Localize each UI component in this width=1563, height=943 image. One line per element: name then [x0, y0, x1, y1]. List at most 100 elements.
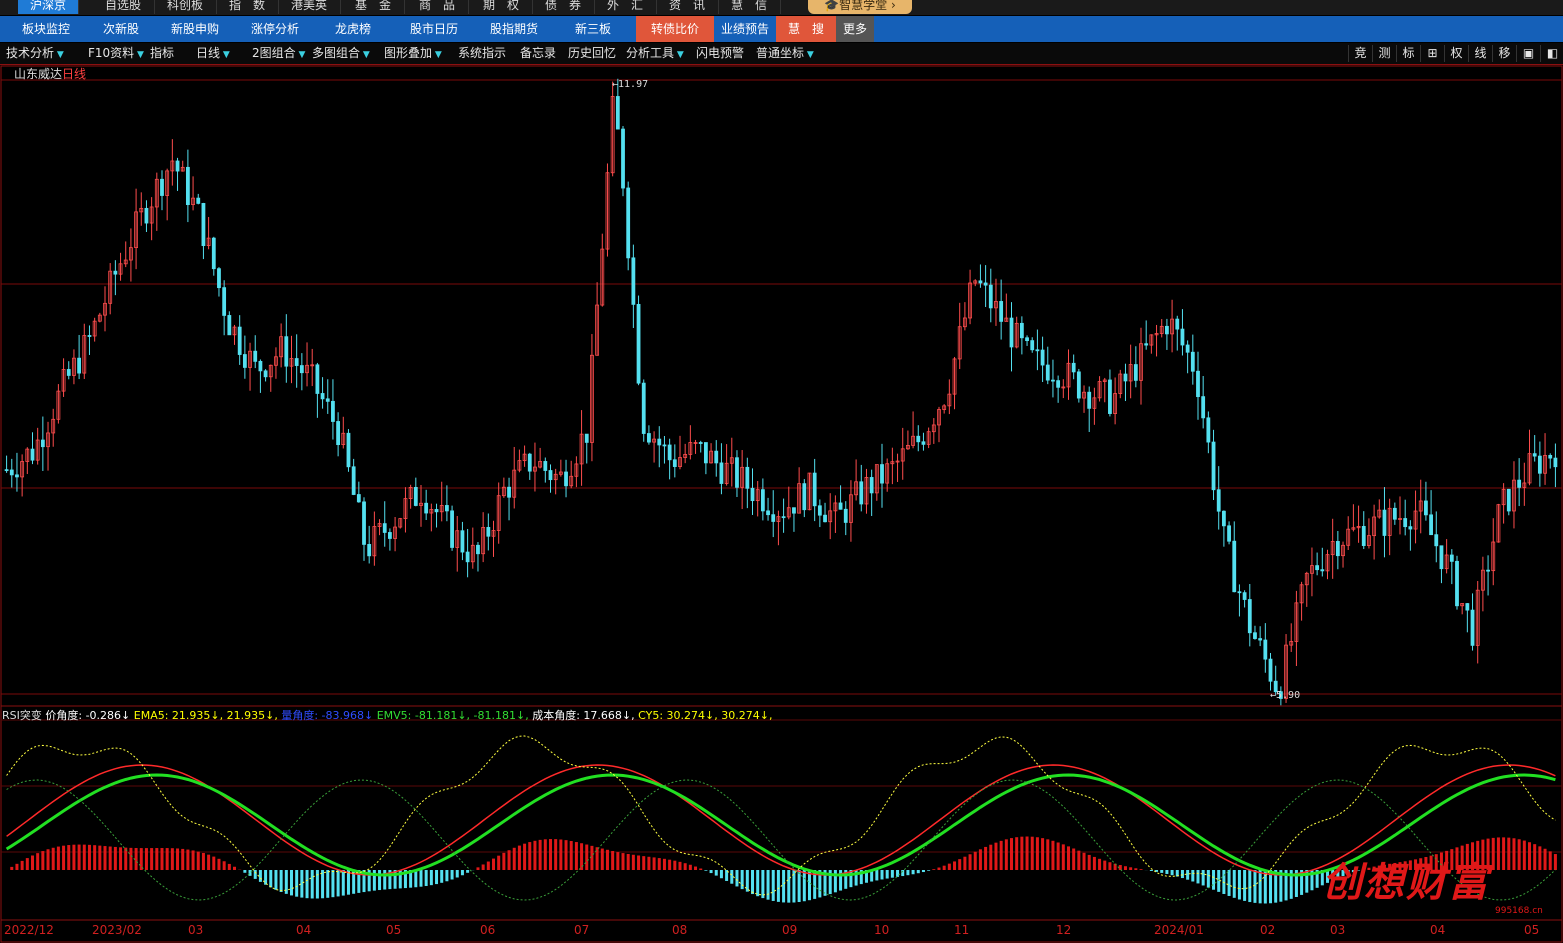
- candle-body: [242, 354, 247, 368]
- macd-bar: [1191, 870, 1195, 882]
- nav-tab-10[interactable]: 慧 搜: [776, 16, 836, 42]
- candle-body: [388, 532, 392, 539]
- macd-bar: [56, 846, 60, 870]
- date-tick: 06: [480, 923, 496, 937]
- candle-body: [1237, 591, 1242, 594]
- candle-body: [760, 489, 765, 512]
- toolbar-item-0[interactable]: 技术分析 ▼: [6, 43, 64, 64]
- toolbar-item-8[interactable]: 备忘录: [520, 43, 556, 64]
- toolbar-item-6[interactable]: 图形叠加 ▼: [384, 43, 442, 64]
- macd-bar: [1170, 870, 1174, 876]
- nav-tab-4[interactable]: 龙虎榜: [318, 16, 388, 42]
- dropdown-arrow-icon[interactable]: ▼: [134, 50, 144, 60]
- candle-body: [921, 441, 926, 445]
- macd-bar: [911, 870, 915, 875]
- toolbar-item-4[interactable]: 2图组合 ▼: [252, 43, 305, 64]
- macd-bar: [497, 855, 501, 870]
- nav-tab-11[interactable]: 更多: [836, 16, 874, 42]
- candle-body: [543, 461, 548, 471]
- market-tab-10[interactable]: 资 讯: [656, 0, 719, 14]
- nav-tab-9[interactable]: 业绩预告: [714, 16, 776, 42]
- macd-bar: [1553, 854, 1557, 870]
- macd-bar: [631, 854, 635, 870]
- candle-body: [331, 400, 335, 422]
- market-tab-8[interactable]: 债 券: [532, 0, 595, 14]
- toolbar-item-9[interactable]: 历史回忆: [568, 43, 616, 64]
- dropdown-arrow-icon[interactable]: ▼: [220, 50, 230, 60]
- market-tab-0[interactable]: 沪深京: [18, 0, 79, 14]
- macd-bar: [424, 870, 428, 887]
- macd-bar: [227, 863, 231, 870]
- nav-tab-8[interactable]: 转债比价: [636, 16, 714, 42]
- macd-bar: [435, 870, 439, 885]
- candle-body: [113, 270, 118, 275]
- macd-bar: [756, 870, 760, 897]
- market-tab-9[interactable]: 外 汇: [594, 0, 657, 14]
- toolbar-item-1[interactable]: F10资料 ▼: [88, 43, 144, 64]
- candle-body: [1221, 510, 1226, 527]
- dropdown-arrow-icon[interactable]: ▼: [296, 50, 306, 60]
- macd-bar: [647, 856, 651, 870]
- candle-body: [584, 433, 589, 443]
- toolbar-item-5[interactable]: 多图组合 ▼: [312, 43, 370, 64]
- toolbar-item-7[interactable]: 系统指示: [458, 43, 506, 64]
- toolbar-item-11[interactable]: 闪电预警: [696, 43, 744, 64]
- candle-body: [1532, 453, 1537, 457]
- dropdown-arrow-icon[interactable]: ▼: [674, 50, 684, 60]
- toolbar-right-7[interactable]: ▣: [1516, 45, 1540, 62]
- macd-bar: [300, 870, 304, 898]
- candle-body: [1247, 599, 1252, 634]
- candle-body: [667, 444, 672, 461]
- nav-tab-0[interactable]: 板块监控: [10, 16, 82, 42]
- macd-bar: [346, 870, 350, 895]
- market-tab-3[interactable]: 指 数: [216, 0, 279, 14]
- market-tab-7[interactable]: 期 权: [470, 0, 533, 14]
- macd-bar: [486, 861, 490, 870]
- watermark-url: 995168.cn: [1495, 906, 1543, 916]
- market-tab-1[interactable]: 自选股: [92, 0, 155, 14]
- toolbar-right-0[interactable]: 竞: [1348, 45, 1372, 62]
- dropdown-arrow-icon[interactable]: ▼: [360, 50, 370, 60]
- macd-bar: [1134, 868, 1138, 870]
- candle-body: [1253, 632, 1257, 639]
- toolbar-item-2[interactable]: 指标: [150, 43, 174, 64]
- candle-body: [356, 494, 361, 503]
- market-tab-5[interactable]: 基 金: [342, 0, 405, 14]
- market-tab-6[interactable]: 商 品: [406, 0, 469, 14]
- dropdown-arrow-icon[interactable]: ▼: [54, 50, 64, 60]
- toolbar-right-2[interactable]: 标: [1396, 45, 1420, 62]
- toolbar-item-10[interactable]: 分析工具 ▼: [626, 43, 684, 64]
- kline-chart[interactable]: ←11.97 ←5.90: [0, 65, 1563, 943]
- toolbar-right-8[interactable]: ◧: [1540, 45, 1563, 62]
- nav-tab-2[interactable]: 新股申购: [158, 16, 232, 42]
- market-tab-4[interactable]: 港美英: [278, 0, 341, 14]
- toolbar-right-3[interactable]: ⊞: [1420, 45, 1444, 62]
- toolbar-right-5[interactable]: 线: [1468, 45, 1492, 62]
- macd-bar: [968, 854, 972, 870]
- candle-body: [1009, 317, 1014, 348]
- market-tab-2[interactable]: 科创板: [154, 0, 217, 14]
- market-tab-11[interactable]: 慧 信: [718, 0, 781, 14]
- nav-tab-7[interactable]: 新三板: [554, 16, 632, 42]
- nav-tab-6[interactable]: 股指期货: [474, 16, 554, 42]
- school-button[interactable]: 🎓智慧学堂 ›: [808, 0, 912, 14]
- macd-bar: [605, 849, 609, 870]
- dropdown-arrow-icon[interactable]: ▼: [804, 50, 814, 60]
- nav-tab-5[interactable]: 股市日历: [394, 16, 474, 42]
- toolbar-right-1[interactable]: 测: [1372, 45, 1396, 62]
- candle-body: [351, 466, 356, 495]
- indicator-value-5: CY5: 30.274↓, 30.274↓,: [638, 709, 773, 722]
- toolbar-right-6[interactable]: 移: [1492, 45, 1516, 62]
- candle-body: [299, 365, 304, 374]
- macd-bar: [341, 870, 345, 896]
- dropdown-arrow-icon[interactable]: ▼: [432, 50, 442, 60]
- nav-tab-1[interactable]: 次新股: [90, 16, 152, 42]
- macd-bar: [626, 853, 630, 870]
- stock-name: 山东威达: [14, 67, 63, 81]
- nav-tab-3[interactable]: 涨停分析: [236, 16, 314, 42]
- candle-body: [1506, 488, 1511, 512]
- toolbar-item-12[interactable]: 普通坐标 ▼: [756, 43, 814, 64]
- toolbar-item-3[interactable]: 日线 ▼: [196, 43, 230, 64]
- macd-bar: [797, 870, 801, 903]
- toolbar-right-4[interactable]: 权: [1444, 45, 1468, 62]
